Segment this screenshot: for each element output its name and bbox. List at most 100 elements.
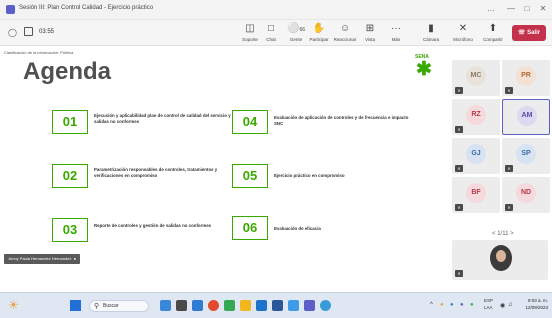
app-icon-yellow[interactable] <box>240 300 251 311</box>
participant-tile[interactable]: BF ✕ <box>452 177 500 213</box>
more-label: Más <box>391 37 401 42</box>
tray-chevron-icon[interactable]: ^ <box>430 302 433 308</box>
participant-tile[interactable]: RZ ✕ <box>452 99 500 135</box>
self-video-face <box>496 250 506 262</box>
gallery-pager: < 1/11 > <box>492 231 514 237</box>
agenda-number-06: 06 <box>232 216 268 240</box>
search-icon: ⚲ <box>94 303 100 310</box>
participant-avatar: ND <box>516 183 536 203</box>
layout-icon[interactable] <box>24 27 33 36</box>
windows-taskbar: ☀ ⚲ Buscar ^ ● ● ● ● ESP LAA ◉ ♫ 9:03 a.… <box>0 292 552 318</box>
shared-slide: Clasificación de la información: Pública… <box>0 46 448 282</box>
next-page-icon[interactable]: > <box>510 231 514 237</box>
page-indicator: 1/11 <box>497 231 509 237</box>
mic-muted-icon: ✕ <box>455 165 463 172</box>
chrome-icon[interactable] <box>208 300 219 311</box>
mic-muted-icon: ✕ <box>455 126 463 133</box>
volume-icon[interactable]: ♫ <box>508 302 513 308</box>
more-icon: ··· <box>391 23 401 34</box>
agenda-item-01: Ejecución y aplicabilidad plan de contro… <box>94 113 231 124</box>
mic-muted-icon: ✕ <box>505 165 513 172</box>
file-explorer-icon[interactable] <box>192 300 203 311</box>
widgets-icon[interactable] <box>160 300 171 311</box>
people-count-badge: 66 <box>299 27 305 33</box>
participant-tile[interactable]: ND ✕ <box>502 177 550 213</box>
agenda-item-06: Evaluación de eficacia <box>274 226 321 231</box>
share-button[interactable]: ⬆ Compartir <box>480 23 506 45</box>
leave-label: Salir <box>527 30 541 36</box>
agenda-item-05: Ejercicio práctico en compromiso <box>274 173 345 178</box>
microphone-button[interactable]: ✕ Micrófono <box>450 23 476 45</box>
clock-time: 9:03 a. m. <box>527 298 548 303</box>
leave-button[interactable]: ☏ Salir <box>512 25 546 41</box>
react-button[interactable]: ☺ Reaccionar <box>332 23 358 45</box>
app-icon-green[interactable] <box>224 300 235 311</box>
sena-logo: SENA ✱ <box>414 54 438 82</box>
edge-icon[interactable] <box>320 300 331 311</box>
mic-off-icon: ✕ <box>458 23 468 34</box>
agenda-number-01: 01 <box>52 110 88 134</box>
participant-tile-active[interactable]: AM <box>502 99 550 135</box>
store-icon[interactable] <box>288 300 299 311</box>
more-options-icon[interactable]: … <box>484 4 498 13</box>
taskbar-search[interactable]: ⚲ Buscar <box>89 300 149 312</box>
participant-avatar: SP <box>516 144 536 164</box>
teams-icon[interactable] <box>304 300 315 311</box>
view-icon: ⊞ <box>365 23 375 34</box>
tray-app-icon[interactable]: ● <box>450 302 454 308</box>
view-label: Vista <box>365 37 375 42</box>
chat-button[interactable]: □ Chat <box>258 23 284 45</box>
raise-hand-button[interactable]: ✋ Participar <box>306 23 332 45</box>
weather-icon[interactable]: ☀ <box>8 298 19 312</box>
close-button[interactable]: ✕ <box>536 4 550 13</box>
outlook-icon[interactable] <box>256 300 267 311</box>
camera-label: Cámara <box>422 37 439 42</box>
participant-tile[interactable]: GJ ✕ <box>452 138 500 174</box>
participant-tile[interactable]: SP ✕ <box>502 138 550 174</box>
meeting-timer: 03:55 <box>39 29 55 35</box>
input-language[interactable]: ESP LAA <box>484 297 493 311</box>
agenda-item-03: Reporte de controles y gestión de salida… <box>94 223 212 228</box>
participant-tile[interactable]: PR ✕ <box>502 60 550 96</box>
view-button[interactable]: ⊞ Vista <box>357 23 383 45</box>
search-label: Buscar <box>103 303 119 309</box>
participant-tile[interactable]: MC ✕ <box>452 60 500 96</box>
participant-avatar: RZ <box>466 105 486 125</box>
input-language-layout: LAA <box>484 305 493 310</box>
word-icon[interactable] <box>272 300 283 311</box>
clock-date: 12/09/2023 <box>525 305 548 310</box>
agenda-number-05: 05 <box>232 164 268 188</box>
agenda-item-02: Parametrización responsables de controle… <box>94 167 218 178</box>
mic-muted-icon: ✕ <box>455 270 463 277</box>
presenter-name-tag: Jenny Paola Hernandez Hernandez ● <box>4 254 81 264</box>
prev-page-icon[interactable]: < <box>492 231 496 237</box>
windows-start-icon[interactable] <box>70 300 81 311</box>
mic-muted-icon: ✕ <box>455 204 463 211</box>
camera-off-icon: ▮ <box>428 23 434 34</box>
tray-app-icon[interactable]: ● <box>470 302 474 308</box>
system-clock[interactable]: 9:03 a. m. 12/09/2023 <box>518 297 548 311</box>
participant-avatar: GJ <box>466 144 486 164</box>
camera-button[interactable]: ▮ Cámara <box>418 23 444 45</box>
slide-title: Agenda <box>23 58 112 85</box>
smile-icon: ☺ <box>339 23 351 34</box>
tray-app-icon[interactable]: ● <box>440 302 444 308</box>
wifi-icon[interactable]: ◉ <box>500 302 505 309</box>
share-icon: ⬆ <box>488 23 498 34</box>
tray-app-icon[interactable]: ● <box>460 302 464 308</box>
presenter-name: Jenny Paola Hernandez Hernandez <box>8 256 72 261</box>
stage-bottom-area <box>0 282 552 292</box>
participant-avatar: PR <box>516 66 536 86</box>
agenda-number-02: 02 <box>52 164 88 188</box>
task-view-icon[interactable] <box>176 300 187 311</box>
maximize-button[interactable]: □ <box>520 4 534 13</box>
more-button[interactable]: ··· Más <box>383 23 409 45</box>
shield-icon: ◯ <box>8 28 17 37</box>
mic-muted-icon: ✕ <box>455 87 463 94</box>
input-language-code: ESP <box>484 298 494 303</box>
react-label: Reaccionar <box>333 37 357 42</box>
minimize-button[interactable]: — <box>504 4 518 13</box>
self-video-tile[interactable]: ✕ <box>452 240 548 280</box>
chat-icon: □ <box>267 23 275 34</box>
classification-label: Clasificación de la información: Pública <box>4 50 74 55</box>
